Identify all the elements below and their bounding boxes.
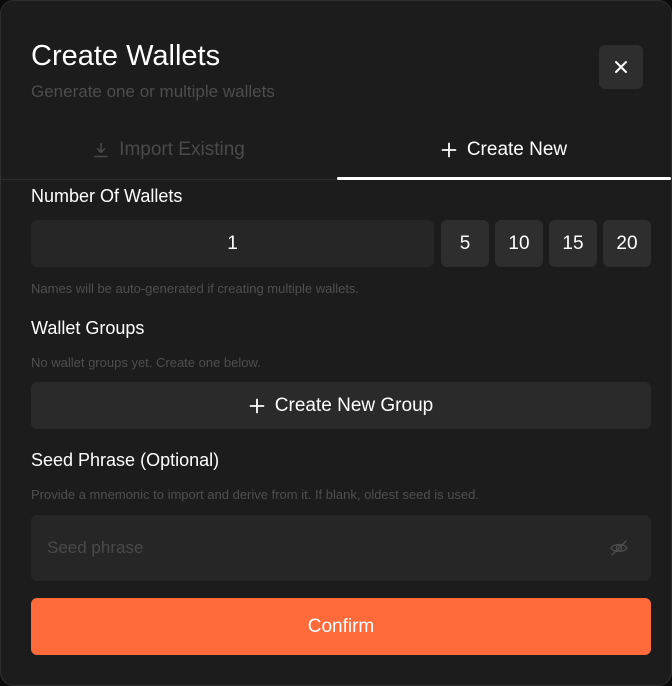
plus-icon bbox=[249, 398, 265, 413]
tab-create-label: Create New bbox=[466, 139, 568, 160]
create-wallets-dialog: Create Wallets Generate one or multiple … bbox=[0, 0, 672, 686]
dialog-title: Create Wallets bbox=[31, 40, 221, 72]
tab-bar: Import Existing Create New bbox=[1, 121, 671, 180]
wallet-count-hint: Names will be auto-generated if creating… bbox=[31, 281, 360, 296]
preset-20-button[interactable]: 20 bbox=[603, 220, 651, 267]
active-tab-indicator bbox=[337, 177, 671, 180]
seed-phrase-hint: Provide a mnemonic to import and derive … bbox=[31, 487, 479, 502]
create-new-group-button[interactable]: Create New Group bbox=[31, 382, 651, 429]
close-button[interactable] bbox=[599, 45, 643, 89]
confirm-button[interactable]: Confirm bbox=[31, 598, 651, 655]
wallet-groups-label: Wallet Groups bbox=[31, 318, 145, 338]
tab-import-label: Import Existing bbox=[119, 139, 245, 160]
seed-phrase-label: Seed Phrase (Optional) bbox=[31, 450, 220, 470]
plus-icon bbox=[441, 142, 457, 158]
eye-off-icon[interactable] bbox=[609, 538, 629, 558]
preset-5-button[interactable]: 5 bbox=[441, 220, 489, 267]
seed-phrase-input[interactable] bbox=[31, 515, 591, 581]
create-new-group-label: Create New Group bbox=[274, 394, 434, 416]
preset-15-button[interactable]: 15 bbox=[549, 220, 597, 267]
close-icon bbox=[615, 61, 627, 73]
tab-create-new[interactable]: Create New bbox=[337, 121, 671, 180]
wallet-count-input[interactable]: 1 bbox=[31, 220, 434, 267]
dialog-subtitle: Generate one or multiple wallets bbox=[31, 82, 275, 101]
download-icon bbox=[94, 142, 108, 158]
seed-phrase-field bbox=[31, 515, 651, 581]
number-of-wallets-label: Number Of Wallets bbox=[31, 186, 183, 206]
preset-10-button[interactable]: 10 bbox=[495, 220, 543, 267]
tab-import-existing[interactable]: Import Existing bbox=[1, 121, 337, 179]
wallet-groups-empty-text: No wallet groups yet. Create one below. bbox=[31, 355, 261, 370]
